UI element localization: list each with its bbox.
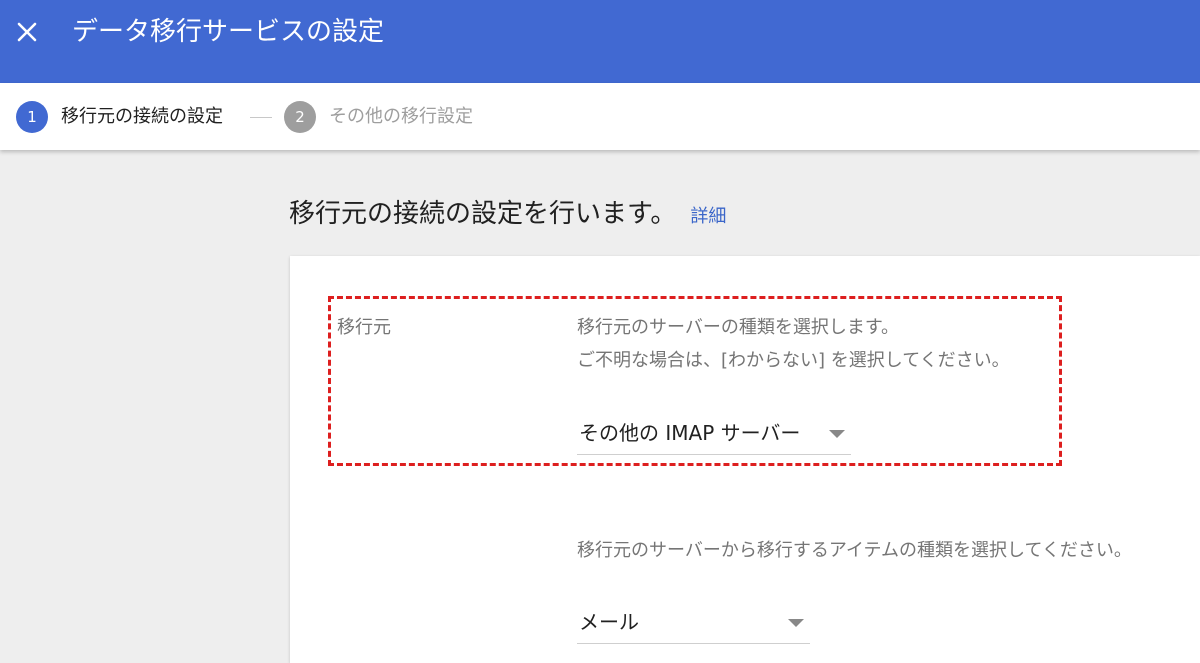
item-type-value: メール	[579, 610, 639, 634]
step-1-label: 移行元の接続の設定	[61, 106, 223, 127]
server-type-value: その他の IMAP サーバー	[579, 421, 801, 445]
source-field-label: 移行元	[337, 317, 391, 338]
step-2-label: その他の移行設定	[329, 106, 473, 127]
app-bar: データ移行サービスの設定	[0, 0, 1200, 83]
dropdown-arrow-icon	[788, 619, 804, 627]
close-icon	[17, 22, 37, 42]
step-2-number: 2	[284, 101, 316, 133]
details-link[interactable]: 詳細	[690, 206, 726, 227]
source-help-line-2: ご不明な場合は、[わからない] を選択してください。	[577, 350, 1010, 371]
source-help-line-1: 移行元のサーバーの種類を選択します。	[577, 317, 900, 338]
step-connector	[250, 117, 272, 118]
section-heading-text: 移行元の接続の設定を行います。	[289, 199, 677, 229]
stepper: 1 移行元の接続の設定 2 その他の移行設定	[0, 83, 1200, 150]
step-1-number: 1	[16, 101, 48, 133]
section-heading: 移行元の接続の設定を行います。 詳細	[289, 196, 726, 235]
items-help-text: 移行元のサーバーから移行するアイテムの種類を選択してください。	[577, 540, 1132, 561]
page-title: データ移行サービスの設定	[72, 17, 385, 47]
item-type-select[interactable]: メール	[577, 599, 810, 644]
close-button[interactable]	[10, 15, 44, 49]
dropdown-arrow-icon	[829, 430, 845, 438]
server-type-select[interactable]: その他の IMAP サーバー	[577, 410, 851, 455]
